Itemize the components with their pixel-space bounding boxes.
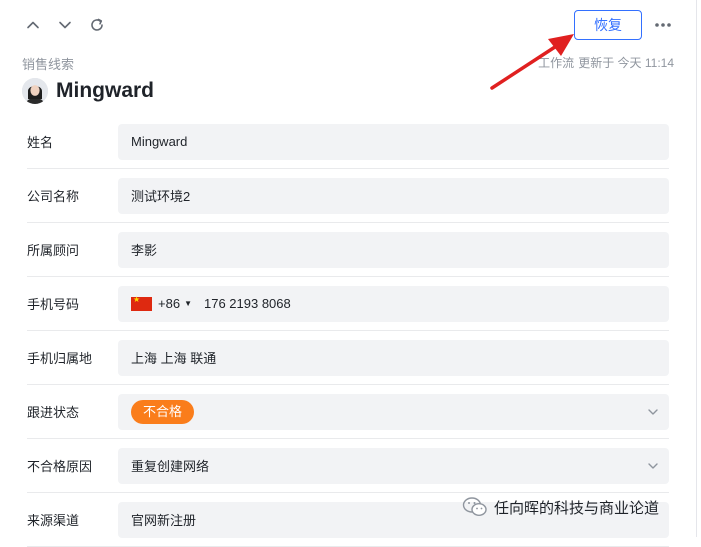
country-code-select[interactable]: +86 [158,296,180,311]
chevron-down-icon [59,21,71,29]
china-flag-icon [131,295,152,311]
field-row-company: 公司名称 测试环境2 [27,169,669,223]
chevron-down-icon [648,462,658,469]
field-label: 不合格原因 [27,459,93,474]
field-row-name: 姓名 Mingward [27,115,669,169]
record-category: 销售线索 [22,57,75,72]
refresh-icon [91,18,103,31]
reason-select[interactable]: 重复创建网络 [118,447,669,484]
next-record-button[interactable] [54,14,76,36]
name-field[interactable]: Mingward [118,123,669,160]
panel-border [696,0,697,537]
phone-field[interactable]: +86 ▼ 176 2193 8068 [118,285,669,322]
refresh-button[interactable] [86,14,108,36]
field-value: 测试环境2 [131,189,191,204]
field-label: 所属顾问 [27,243,80,258]
field-label: 跟进状态 [27,405,80,420]
annotation-arrow-icon [490,34,574,90]
field-label: 手机归属地 [27,351,93,366]
watermark-text: 任向晖的科技与商业论道 [494,499,660,517]
field-value: 重复创建网络 [131,459,210,474]
record-header: Mingward [22,78,154,104]
field-value: 官网新注册 [131,513,197,528]
company-field[interactable]: 测试环境2 [118,177,669,214]
field-row-phone-location: 手机归属地 上海 上海 联通 [27,331,669,385]
record-title: Mingward [56,79,154,102]
field-row-reason: 不合格原因 重复创建网络 [27,439,669,493]
chevron-down-icon [648,408,658,415]
field-value: 上海 上海 联通 [131,351,217,366]
record-form: 姓名 Mingward 公司名称 测试环境2 所属顾问 李影 手机号码 +86 … [27,115,669,547]
field-row-consultant: 所属顾问 李影 [27,223,669,277]
field-label: 公司名称 [27,189,80,204]
record-navigation [22,14,108,36]
previous-record-button[interactable] [22,14,44,36]
caret-down-icon: ▼ [184,299,192,308]
field-label: 来源渠道 [27,513,80,528]
chevron-up-icon [27,21,39,29]
watermark: 任向晖的科技与商业论道 [462,496,659,518]
phone-location-field[interactable]: 上海 上海 联通 [118,339,669,376]
more-options-button[interactable] [652,14,674,36]
consultant-field[interactable]: 李影 [118,231,669,268]
meta-updated: 更新于 今天 11:14 [578,56,674,70]
field-row-status: 跟进状态 不合格 [27,385,669,439]
restore-button[interactable]: 恢复 [574,10,642,40]
field-label: 手机号码 [27,297,80,312]
avatar [22,78,48,104]
field-row-phone: 手机号码 +86 ▼ 176 2193 8068 [27,277,669,331]
more-dots-icon [655,23,671,27]
field-value: 李影 [131,243,158,258]
field-value: Mingward [131,134,188,149]
wechat-icon [462,497,487,517]
status-select[interactable]: 不合格 [118,393,669,430]
phone-number: 176 2193 8068 [203,296,291,311]
status-badge: 不合格 [131,399,195,424]
field-label: 姓名 [27,135,54,150]
